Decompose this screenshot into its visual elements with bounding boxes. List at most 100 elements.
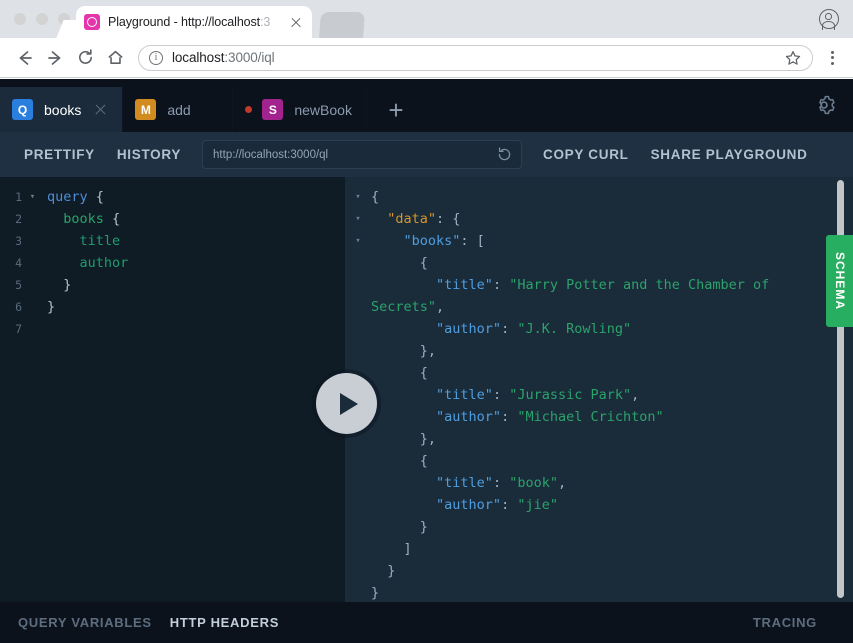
editor-line: 4 author [0,252,345,274]
prettify-button[interactable]: PRETTIFY [13,140,106,169]
playground-tab-add[interactable]: M add [123,87,234,132]
fold-toggle-icon [345,274,371,318]
tracing-tab[interactable]: TRACING [753,615,817,630]
query-editor-code[interactable]: 1 ▾ query {2 books {3 title 4 author 5 } 6} 7 [0,177,345,340]
fold-toggle-icon [345,472,371,494]
fold-toggle-icon[interactable]: ▾ [345,208,371,230]
line-text: { [371,255,428,271]
playground-body: 1 ▾ query {2 books {3 title 4 author 5 } 6} 7 … [0,177,853,602]
response-line: "title": "Harry Potter and the Chamber o… [345,274,853,318]
line-text: author [47,255,129,271]
line-text: query { [47,189,104,205]
execute-query-button[interactable] [316,373,377,434]
playground-tab-label: books [44,101,82,118]
play-icon [340,392,358,415]
site-info-icon[interactable]: i [149,50,163,65]
home-icon[interactable] [100,43,130,73]
http-headers-tab[interactable]: HTTP HEADERS [170,615,279,630]
response-line: { [345,252,853,274]
forward-icon[interactable] [40,43,70,73]
line-text: } [371,585,380,601]
response-line: } [345,582,853,602]
fold-toggle-icon [345,560,371,582]
response-line: ▾{ [345,186,853,208]
fold-toggle-icon [345,494,371,516]
line-text: } [371,519,428,535]
playground-window: Playground - http://localhost:3 i localh… [0,0,853,643]
schema-tab-button[interactable]: SCHEMA [826,235,853,327]
share-playground-button[interactable]: SHARE PLAYGROUND [640,140,819,169]
line-text: ] [371,541,412,557]
editor-line: 1 ▾ query { [0,186,345,208]
line-text: } [47,277,72,293]
response-line: } [345,516,853,538]
line-number: 4 [15,256,22,270]
graphql-favicon [84,14,100,30]
fold-toggle-icon [345,252,371,274]
fold-toggle-icon [345,450,371,472]
response-line: }, [345,428,853,450]
schema-tab-label: SCHEMA [832,251,847,311]
editor-line: 7 [0,318,345,340]
minimize-window-button[interactable] [36,13,48,25]
new-tab-button[interactable]: + [367,87,425,132]
query-editor[interactable]: 1 ▾ query {2 books {3 title 4 author 5 } 6} 7 [0,177,345,602]
copy-curl-button[interactable]: COPY CURL [532,140,640,169]
operation-type-badge: Q [12,99,33,120]
editor-line: 3 title [0,230,345,252]
line-number: 1 [15,190,22,204]
line-text: }, [371,343,437,359]
reload-icon[interactable] [70,43,100,73]
browser-tab-placeholder[interactable] [319,12,365,38]
response-viewer: ▾{▾ "data": {▾ "books": [ { "title": "Ha… [345,177,853,602]
close-icon[interactable] [288,14,304,30]
browser-menu-icon[interactable] [821,50,843,65]
line-number: 6 [15,300,22,314]
editor-line: 5 } [0,274,345,296]
playground-tab-books[interactable]: Q books [0,87,124,132]
response-line: "author": "J.K. Rowling" [345,318,853,340]
playground-tab-label: newBook [294,101,352,118]
fold-toggle-icon [345,582,371,602]
response-line: "title": "Jurassic Park", [345,384,853,406]
history-button[interactable]: HISTORY [106,140,192,169]
playground-toolbar: PRETTIFY HISTORY http://localhost:3000/q… [0,132,853,177]
response-line: "title": "book", [345,472,853,494]
line-number: 7 [15,322,22,336]
line-text: } [371,563,396,579]
line-text: "author": "jie" [436,497,558,513]
line-text: "title": "Harry Potter and the Chamber o… [371,277,778,315]
fold-toggle-icon[interactable]: ▾ [345,230,371,252]
close-window-button[interactable] [14,13,26,25]
browser-tab-playground[interactable]: Playground - http://localhost:3 [76,6,312,38]
address-bar-url: localhost:3000/iql [172,50,275,65]
fold-toggle-icon [345,340,371,362]
playground-tab-bar: Q books M add S newBook + [0,79,853,132]
line-number: 3 [15,234,22,248]
fold-toggle-icon[interactable]: ▾ [345,186,371,208]
response-line: { [345,362,853,384]
line-text: "author": "J.K. Rowling" [436,321,632,337]
query-variables-tab[interactable]: QUERY VARIABLES [18,615,152,630]
playground-tab-label: add [167,101,191,118]
editor-line: 2 books { [0,208,345,230]
line-text: { [371,365,428,381]
reset-endpoint-icon[interactable] [496,146,513,163]
browser-tab-strip: Playground - http://localhost:3 [0,0,853,38]
line-text: "author": "Michael Crichton" [436,409,664,425]
editor-line: 6} [0,296,345,318]
endpoint-url-input[interactable]: http://localhost:3000/ql [202,140,523,169]
close-icon[interactable] [93,102,108,117]
line-text: { [371,189,380,205]
response-code: ▾{▾ "data": {▾ "books": [ { "title": "Ha… [345,177,853,602]
line-number: 2 [15,212,22,226]
back-icon[interactable] [10,43,40,73]
address-bar[interactable]: i localhost:3000/iql [138,44,813,71]
operation-type-badge: M [135,99,157,120]
bookmark-icon[interactable] [784,49,802,67]
playground-tab-newbook[interactable]: S newBook [233,87,367,132]
gear-icon[interactable] [812,93,836,117]
profile-icon[interactable] [819,9,839,30]
fold-toggle-icon[interactable]: ▾ [26,186,39,208]
line-text: "title": "book", [436,475,567,491]
